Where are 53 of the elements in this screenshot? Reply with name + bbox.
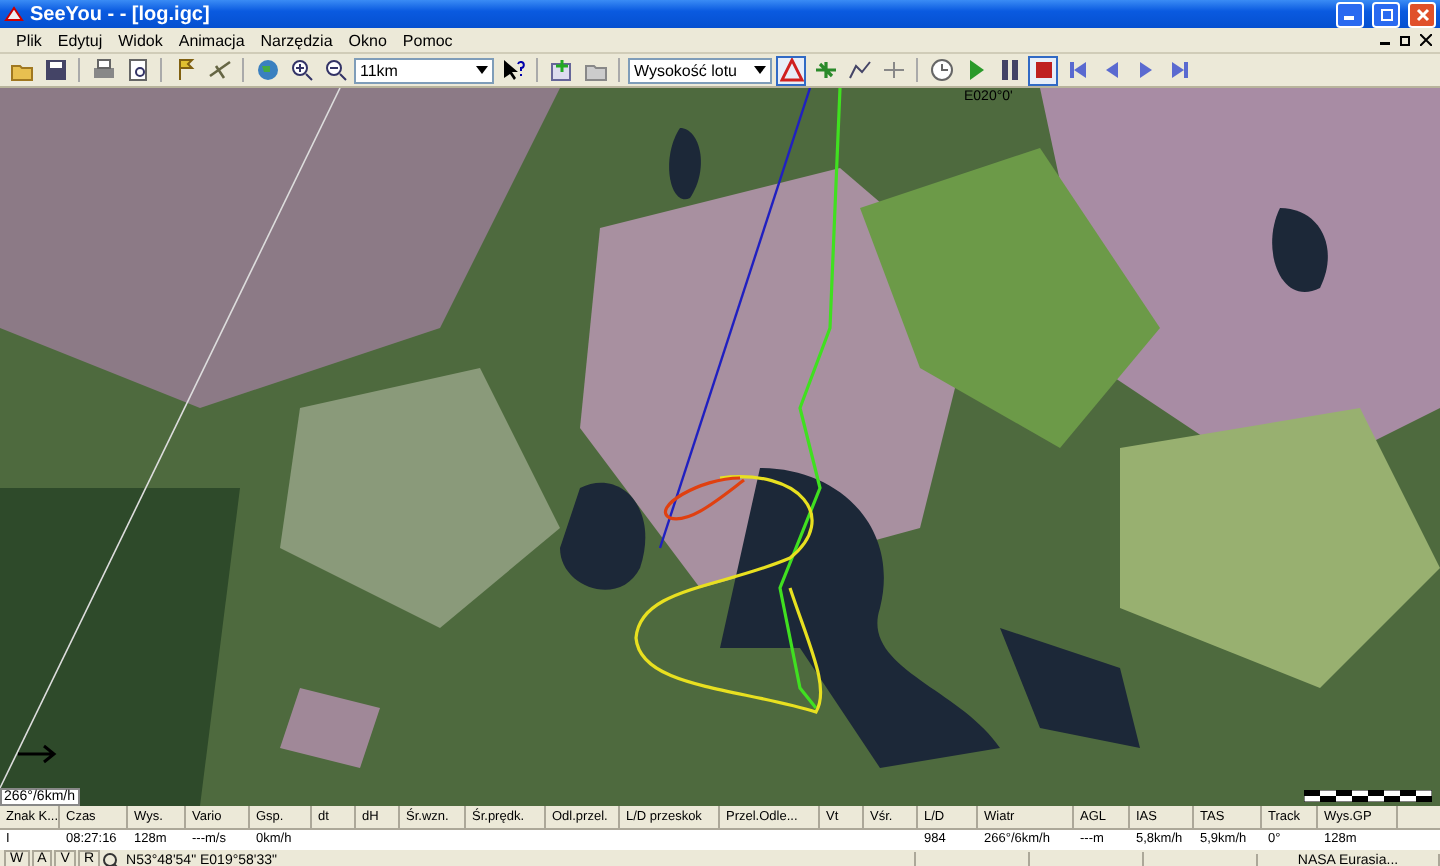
menu-item[interactable]: Pomoc: [402, 31, 453, 49]
close-button[interactable]: [1408, 1, 1436, 27]
zoom-out-button[interactable]: [320, 55, 350, 85]
menu-item[interactable]: Widok: [118, 31, 163, 49]
close-icon[interactable]: [1420, 34, 1432, 46]
scale-bar: [1304, 790, 1432, 802]
save-icon: [43, 58, 67, 82]
minimize-button[interactable]: [1336, 1, 1364, 27]
menu-item[interactable]: Plik: [16, 31, 42, 49]
zoom-in-button[interactable]: [286, 55, 316, 85]
preview-icon: [125, 58, 149, 82]
menu-item[interactable]: Okno: [348, 31, 387, 49]
save-button[interactable]: [40, 55, 70, 85]
restore-icon[interactable]: [1400, 34, 1412, 46]
close-icon: [1415, 7, 1429, 21]
help-cursor-button[interactable]: [498, 55, 528, 85]
magnifier-icon: [102, 851, 121, 866]
wind-arrow-icon: [16, 744, 60, 764]
stop-button[interactable]: [1028, 55, 1058, 85]
window-title: SeeYou - - [log.igc]: [30, 3, 210, 25]
app-icon: [4, 4, 24, 24]
maximize-icon: [1379, 7, 1393, 21]
chart-icon: [847, 58, 871, 82]
flight-track-segment: [664, 476, 745, 521]
lake: [669, 128, 701, 200]
caret-icon: [754, 66, 766, 74]
add-icon: [549, 58, 573, 82]
zoom-in-icon: [289, 58, 313, 82]
field-area: [280, 688, 380, 768]
printer-icon: [91, 58, 115, 82]
menu-item[interactable]: Animacja: [178, 31, 245, 49]
lake: [1272, 208, 1328, 292]
lake: [560, 482, 646, 590]
flag-icon: [173, 58, 197, 82]
pause-icon: [997, 58, 1021, 82]
globe-icon: [255, 58, 279, 82]
caret-icon: [476, 66, 488, 74]
menu-item[interactable]: Narzędzia: [260, 31, 333, 49]
satellite-map[interactable]: [0, 88, 1440, 806]
altitude-dropdown[interactable]: Wysokość lotu: [628, 57, 772, 83]
clock-button[interactable]: [926, 55, 956, 85]
triangle-icon: [779, 58, 803, 82]
zoom-dropdown[interactable]: 11km: [354, 57, 494, 83]
zoom-out-icon: [323, 58, 347, 82]
maximize-button[interactable]: [1372, 1, 1400, 27]
add-button[interactable]: [546, 55, 576, 85]
triangle-button[interactable]: [776, 55, 806, 85]
stop-icon: [1031, 58, 1055, 82]
skip-forward-icon: [1167, 58, 1191, 82]
clock-icon: [929, 58, 953, 82]
skip-back-icon: [1065, 58, 1089, 82]
help-cursor-icon: [501, 58, 525, 82]
menu-item[interactable]: Edytuj: [57, 31, 103, 49]
